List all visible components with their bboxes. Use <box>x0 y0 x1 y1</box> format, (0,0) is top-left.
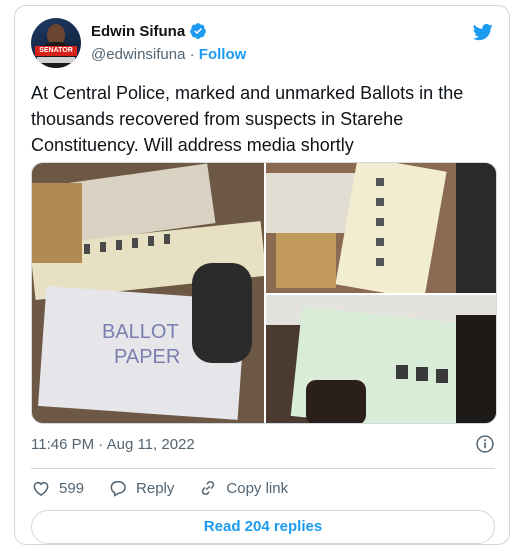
handle[interactable]: @edwinsifuna <box>91 46 185 63</box>
reply-button[interactable]: Reply <box>108 478 174 498</box>
photo-ballots-2[interactable] <box>266 163 496 293</box>
copy-link-label: Copy link <box>226 479 289 497</box>
media-grid: BALLOT PAPER <box>31 162 497 424</box>
verified-badge-icon <box>190 23 207 39</box>
copy-link-button[interactable]: Copy link <box>198 478 288 498</box>
svg-text:PAPER: PAPER <box>114 346 180 368</box>
reply-label: Reply <box>136 479 175 497</box>
tweet-card: SENATOR Edwin Sifuna @edwinsifuna · Foll… <box>14 5 510 545</box>
heart-icon <box>33 481 49 496</box>
twitter-bird-icon[interactable] <box>471 22 495 42</box>
photo-ballots-1[interactable]: BALLOT PAPER <box>32 163 264 423</box>
like-count: 599 <box>59 479 85 497</box>
reply-icon <box>110 481 126 497</box>
action-bar: 599 Reply Copy link <box>31 478 312 498</box>
display-name[interactable]: Edwin Sifuna <box>91 23 185 40</box>
svg-text:BALLOT: BALLOT <box>102 321 179 343</box>
avatar[interactable]: SENATOR <box>31 18 81 68</box>
name-row: Edwin Sifuna <box>91 22 207 40</box>
info-icon[interactable] <box>475 434 495 454</box>
divider <box>31 468 495 469</box>
link-icon <box>202 480 215 496</box>
tweet-text: At Central Police, marked and unmarked B… <box>31 83 464 155</box>
photo-ballots-3[interactable] <box>266 295 496 423</box>
handle-row: @edwinsifuna · Follow <box>91 46 246 63</box>
separator-dot: · <box>189 46 199 63</box>
timestamp[interactable]: 11:46 PM · Aug 11, 2022 <box>31 436 195 453</box>
read-replies-button[interactable]: Read 204 replies <box>31 510 495 544</box>
like-button[interactable]: 599 <box>31 478 84 498</box>
follow-button[interactable]: Follow <box>199 46 247 63</box>
avatar-badge: SENATOR <box>35 46 77 56</box>
